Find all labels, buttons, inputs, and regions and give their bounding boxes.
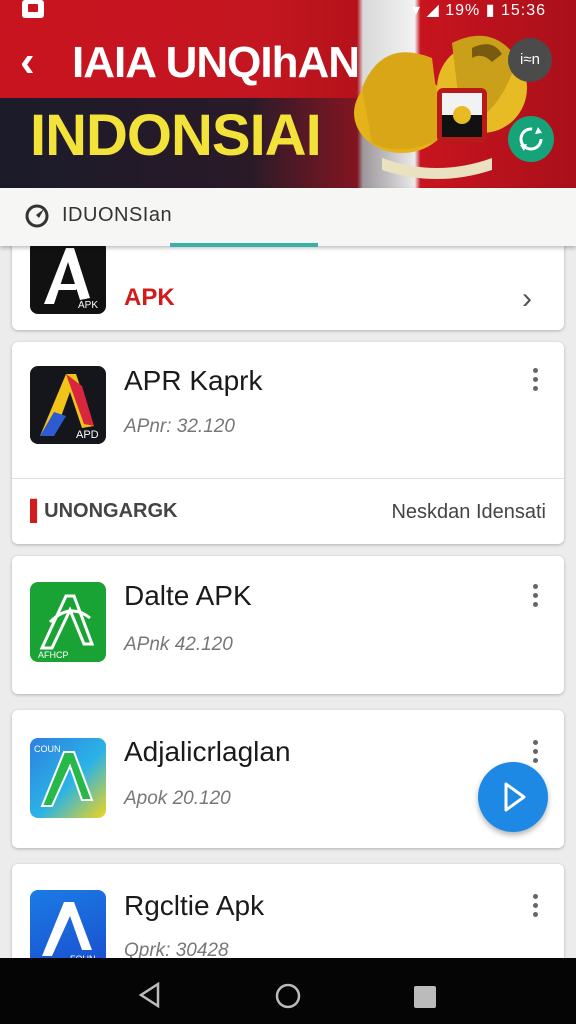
app-name: APR Kaprk (124, 365, 263, 396)
tab-indicator (170, 243, 318, 247)
battery-percent: 19% (445, 2, 481, 19)
more-options-icon[interactable] (533, 740, 539, 764)
language-button[interactable]: i≈n (508, 38, 552, 82)
apk-logo-icon: APK (30, 240, 106, 314)
svg-text:COUN: COUN (34, 744, 61, 754)
partial-card-label: APK (124, 284, 175, 311)
app-name: Adjalicrlaglan (124, 736, 291, 767)
app-icon-4: FOUN (30, 890, 106, 966)
divider (12, 478, 564, 479)
section-right-label[interactable]: Neskdan Idensati (391, 501, 546, 524)
system-nav-bar (0, 958, 576, 1024)
garuda-emblem-icon (354, 35, 527, 179)
svg-text:APK: APK (78, 300, 98, 311)
app-icon-1: APD (30, 366, 106, 444)
status-time: 15:36 (500, 2, 546, 19)
nav-back-icon[interactable] (138, 982, 162, 1008)
svg-text:APD: APD (76, 429, 99, 441)
play-button[interactable] (478, 762, 548, 832)
app-version: APnk 42.120 (124, 634, 233, 655)
search-icon (25, 204, 49, 228)
signal-icon: ◢ (426, 2, 440, 19)
chevron-right-icon[interactable]: › (522, 282, 532, 316)
section-left-label: ▌UNONGARGK (30, 500, 178, 522)
notification-icon (22, 0, 44, 18)
nav-home-icon[interactable] (274, 982, 302, 1010)
wifi-icon: ▾ (411, 2, 421, 19)
svg-text:AFHCP: AFHCP (38, 650, 69, 660)
app-version: APnr: 32.120 (124, 416, 235, 437)
status-right: ▾ ◢ 19% ▮ 15:36 (412, 0, 546, 20)
more-options-icon[interactable] (533, 894, 539, 918)
refresh-button[interactable] (508, 116, 554, 162)
back-arrow-icon[interactable]: ‹ (20, 40, 35, 84)
more-options-icon[interactable] (533, 368, 539, 392)
app-icon-3: COUN (30, 738, 106, 818)
battery-icon: ▮ (485, 2, 496, 19)
nav-recents-icon[interactable] (414, 986, 436, 1008)
page-subtitle: INDONSIAI (30, 103, 322, 168)
app-version: Apok 20.120 (124, 788, 231, 809)
page-title: IAIA UNQIhAN (72, 38, 360, 87)
search-query: IDUONSIan (62, 204, 173, 226)
app-icon-2: AFHCP (30, 582, 106, 662)
app-name: Dalte APK (124, 580, 252, 611)
more-options-icon[interactable] (533, 584, 539, 608)
refresh-icon (519, 127, 543, 151)
play-icon (504, 782, 526, 812)
app-name: Rgcltie Apk (124, 890, 265, 921)
